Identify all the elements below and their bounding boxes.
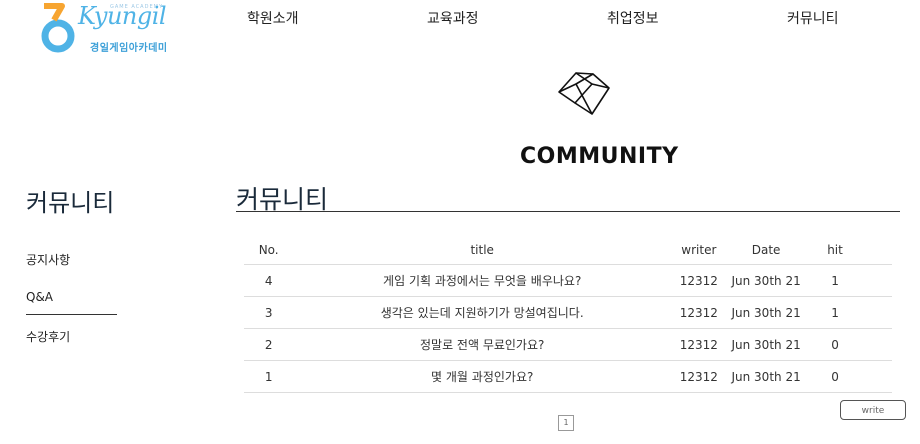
column-spacer [864, 235, 892, 265]
sidebar-item-qna[interactable]: Q&A [26, 290, 53, 304]
column-header-writer: writer [671, 235, 727, 265]
column-header-date: Date [726, 235, 806, 265]
row-title-link[interactable]: 정말로 전액 무료인가요? [293, 328, 672, 361]
row-title-link[interactable]: 게임 기획 과정에서는 무엇을 배우나요? [293, 264, 672, 297]
row-hit: 0 [805, 360, 865, 393]
cube-icon [558, 72, 610, 115]
column-header-title: title [293, 235, 672, 265]
row-no: 1 [244, 360, 294, 393]
row-no: 3 [244, 296, 294, 329]
row-title-link[interactable]: 생각은 있는데 지원하기가 망설여집니다. [293, 296, 672, 329]
nav-item-courses[interactable]: 교육과정 [427, 8, 479, 28]
nav-item-jobs[interactable]: 취업정보 [607, 8, 659, 28]
row-hit: 1 [805, 296, 865, 329]
nav-item-community[interactable]: 커뮤니티 [787, 8, 839, 28]
row-spacer [864, 360, 892, 393]
row-hit: 1 [805, 264, 865, 297]
row-no: 2 [244, 328, 294, 361]
row-date: Jun 30th 21 [726, 296, 806, 329]
sidebar-title: 커뮤니티 [26, 189, 115, 217]
row-writer: 12312 [671, 296, 727, 329]
row-title-link[interactable]: 몇 개월 과정인가요? [293, 360, 672, 393]
row-writer: 12312 [671, 264, 727, 297]
title-divider [236, 211, 900, 212]
row-date: Jun 30th 21 [726, 360, 806, 393]
row-writer: 12312 [671, 328, 727, 361]
row-spacer [864, 264, 892, 297]
row-hit: 0 [805, 328, 865, 361]
row-spacer [864, 328, 892, 361]
top-nav: 학원소개 교육과정 취업정보 커뮤니티 [0, 8, 920, 30]
logo-subtitle: 경일게임아카데미 [90, 43, 168, 54]
pagination-page-1[interactable]: 1 [558, 415, 574, 431]
row-date: Jun 30th 21 [726, 328, 806, 361]
sidebar-item-notice[interactable]: 공지사항 [26, 251, 70, 268]
column-header-no: No. [244, 235, 294, 265]
nav-item-about[interactable]: 학원소개 [247, 8, 299, 28]
row-date: Jun 30th 21 [726, 264, 806, 297]
sidebar-active-underline [26, 314, 117, 315]
hero-title: COMMUNITY [520, 144, 679, 169]
table-row[interactable]: 3 생각은 있는데 지원하기가 망설여집니다. 12312 Jun 30th 2… [244, 296, 892, 329]
column-header-hit: hit [805, 235, 865, 265]
sidebar-item-reviews[interactable]: 수강후기 [26, 328, 70, 345]
table-row[interactable]: 4 게임 기획 과정에서는 무엇을 배우나요? 12312 Jun 30th 2… [244, 264, 892, 297]
row-writer: 12312 [671, 360, 727, 393]
write-button[interactable]: write [840, 400, 906, 420]
table-header-row: No. title writer Date hit [244, 235, 892, 265]
row-no: 4 [244, 264, 294, 297]
table-row[interactable]: 1 몇 개월 과정인가요? 12312 Jun 30th 21 0 [244, 360, 892, 393]
row-spacer [864, 296, 892, 329]
table-row[interactable]: 2 정말로 전액 무료인가요? 12312 Jun 30th 21 0 [244, 328, 892, 361]
board-table: No. title writer Date hit 4 게임 기획 과정에서는 … [244, 235, 892, 393]
